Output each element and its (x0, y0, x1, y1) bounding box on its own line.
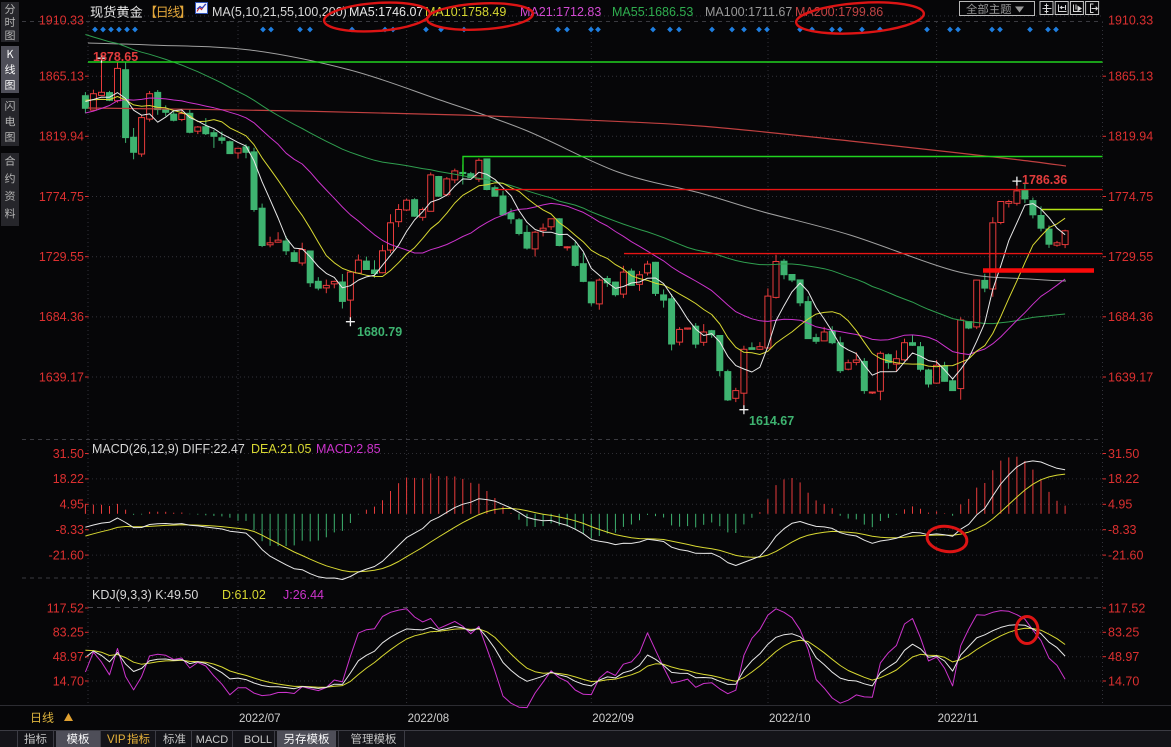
svg-text:1910.33: 1910.33 (39, 13, 84, 27)
svg-text:MA5:1746.07: MA5:1746.07 (349, 5, 423, 19)
svg-text:-8.33: -8.33 (56, 523, 85, 537)
svg-text:48.97: 48.97 (53, 650, 84, 664)
svg-text:18.22: 18.22 (1108, 472, 1139, 486)
svg-text:1819.94: 1819.94 (1108, 130, 1153, 144)
svg-text:1729.55: 1729.55 (1108, 250, 1153, 264)
svg-text:-21.60: -21.60 (49, 548, 84, 562)
svg-text:1729.55: 1729.55 (39, 250, 84, 264)
svg-text:BOLL: BOLL (244, 734, 272, 746)
svg-text:83.25: 83.25 (53, 626, 84, 640)
svg-text:1819.94: 1819.94 (39, 130, 84, 144)
svg-text:1614.67: 1614.67 (749, 414, 794, 428)
svg-text:VIP: VIP (107, 734, 126, 746)
svg-text:KDJ(9,3,3) K:49.50: KDJ(9,3,3) K:49.50 (92, 588, 198, 602)
svg-text:48.97: 48.97 (1108, 650, 1139, 664)
svg-text:D:61.02: D:61.02 (222, 588, 266, 602)
svg-text:1865.13: 1865.13 (1108, 70, 1153, 84)
svg-text:-21.60: -21.60 (1108, 548, 1143, 562)
svg-text:14.70: 14.70 (1108, 674, 1139, 688)
svg-text:117.52: 117.52 (47, 601, 84, 615)
svg-text:2022/09: 2022/09 (592, 713, 634, 725)
svg-text:31.50: 31.50 (1108, 447, 1139, 461)
svg-text:1878.65: 1878.65 (93, 50, 138, 64)
svg-text:2022/10: 2022/10 (769, 713, 811, 725)
svg-text:DEA:21.05: DEA:21.05 (251, 442, 312, 456)
svg-text:MACD:2.85: MACD:2.85 (316, 442, 381, 456)
svg-text:31.50: 31.50 (53, 447, 84, 461)
svg-text:2022/08: 2022/08 (408, 713, 450, 725)
svg-text:MACD(26,12,9) DIFF:22.47: MACD(26,12,9) DIFF:22.47 (92, 442, 245, 456)
svg-text:4.95: 4.95 (60, 498, 84, 512)
svg-text:1910.33: 1910.33 (1108, 13, 1153, 27)
svg-text:1865.13: 1865.13 (39, 70, 84, 84)
svg-text:J:26.44: J:26.44 (283, 588, 324, 602)
svg-text:1786.36: 1786.36 (1022, 173, 1067, 187)
svg-text:2022/11: 2022/11 (938, 713, 979, 725)
svg-text:14.70: 14.70 (53, 674, 84, 688)
svg-text:1639.17: 1639.17 (39, 370, 84, 384)
svg-text:MA55:1686.53: MA55:1686.53 (612, 5, 693, 19)
svg-text:-8.33: -8.33 (1108, 523, 1137, 537)
svg-text:1774.75: 1774.75 (1108, 190, 1153, 204)
svg-text:1680.79: 1680.79 (357, 325, 402, 339)
svg-text:1774.75: 1774.75 (39, 190, 84, 204)
svg-text:1639.17: 1639.17 (1108, 370, 1153, 384)
svg-text:MACD: MACD (196, 734, 228, 746)
svg-text:4.95: 4.95 (1108, 498, 1132, 512)
svg-text:1684.36: 1684.36 (1108, 310, 1153, 324)
svg-text:2022/07: 2022/07 (239, 713, 281, 725)
svg-text:MA100:1711.67: MA100:1711.67 (705, 5, 792, 19)
svg-text:83.25: 83.25 (1108, 626, 1139, 640)
svg-text:18.22: 18.22 (53, 472, 84, 486)
svg-text:117.52: 117.52 (1108, 601, 1145, 615)
svg-text:1684.36: 1684.36 (39, 310, 84, 324)
